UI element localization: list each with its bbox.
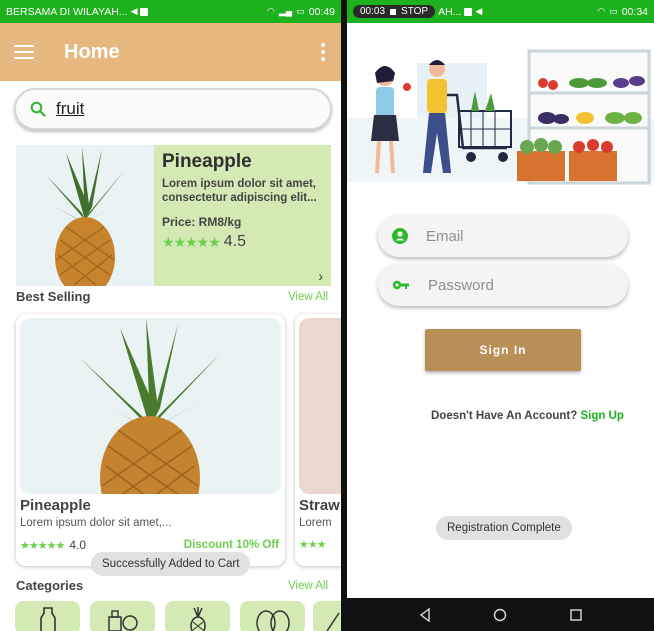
password-field[interactable] <box>378 264 628 306</box>
milk-bottle-icon <box>39 607 56 631</box>
chevron-right-icon[interactable]: › <box>318 268 323 284</box>
home-screen: BERSAMA DI WILAYAH... ◀ ◠ ▂▄ ▭ 00:49 Hom… <box>0 0 341 631</box>
signal-icon: ▂▄ <box>278 6 293 16</box>
star-icon: ★★★★★ <box>162 233 221 250</box>
product-description: Lorem ipsum dolor sit amet,... <box>20 517 172 529</box>
featured-product-card[interactable]: Pineapple Lorem ipsum dolor sit amet, co… <box>16 145 331 286</box>
product-name: Pineapple <box>20 497 91 514</box>
shopping-illustration <box>347 23 654 185</box>
page-title: Home <box>64 40 120 63</box>
section-title: Categories <box>16 578 84 593</box>
email-input[interactable] <box>426 227 606 245</box>
product-name: Straw <box>299 497 340 514</box>
view-all-link[interactable]: View All <box>288 291 328 303</box>
password-input[interactable] <box>428 276 608 294</box>
toast-message: Registration Complete <box>436 516 572 540</box>
back-icon[interactable] <box>418 607 432 622</box>
stop-label: STOP <box>401 6 429 17</box>
battery-icon: ▭ <box>609 6 618 16</box>
product-card[interactable]: Pineapple Lorem ipsum dolor sit amet,...… <box>16 314 285 566</box>
clock: 00:49 <box>308 5 335 18</box>
app-bar: Home <box>0 23 341 81</box>
system-nav-bar <box>347 598 654 631</box>
user-icon <box>392 228 408 244</box>
no-account-text: Doesn't Have An Account? <box>431 410 578 422</box>
notification-icon <box>140 7 149 16</box>
clock: 00:34 <box>621 5 648 18</box>
more-vert-icon[interactable] <box>321 43 325 61</box>
star-icon: ★★★ <box>299 539 327 551</box>
pineapple-icon <box>189 607 206 631</box>
send-icon: ◀ <box>130 6 138 16</box>
send-icon: ◀ <box>475 6 483 16</box>
sign-in-button[interactable]: Sign In <box>425 329 581 371</box>
sign-up-link[interactable]: Sign Up <box>581 410 624 422</box>
product-image <box>20 318 281 494</box>
key-icon <box>392 280 409 290</box>
stop-icon <box>390 8 397 15</box>
product-card[interactable]: Straw Lorem ★★★ <box>295 314 341 566</box>
featured-rating: ★★★★★ 4.5 <box>162 233 323 251</box>
product-rating: ★★★★★ 4.0 <box>20 538 86 552</box>
eggs-icon <box>255 610 290 631</box>
rating-value: 4.5 <box>223 233 247 250</box>
signup-prompt: Doesn't Have An Account? Sign Up <box>431 410 624 422</box>
section-title: Best Selling <box>16 289 91 304</box>
login-screen: 00:03 STOP AH... ◀ ◠ ▭ 00:34 Email Sign … <box>347 0 654 631</box>
screenshot-pair: BERSAMA DI WILAYAH... ◀ ◠ ▂▄ ▭ 00:49 Hom… <box>0 0 654 631</box>
category-dairy[interactable] <box>15 601 80 631</box>
status-bar: 00:03 STOP AH... ◀ ◠ ▭ 00:34 <box>347 0 654 23</box>
battery-icon: ▭ <box>296 6 305 16</box>
carrier-label: AH... <box>438 5 462 18</box>
category-groceries[interactable] <box>90 601 155 631</box>
menu-icon[interactable] <box>14 45 34 59</box>
recents-icon[interactable] <box>569 608 583 622</box>
categories-header: Categories View All <box>16 578 328 593</box>
wifi-icon: ◠ <box>597 6 606 16</box>
view-all-link[interactable]: View All <box>288 580 328 592</box>
email-field[interactable] <box>378 215 628 257</box>
category-fruits[interactable] <box>165 601 230 631</box>
featured-name: Pineapple <box>162 151 252 172</box>
pineapple-image <box>16 145 154 286</box>
discount-label: Discount 10% Off <box>183 539 279 551</box>
best-selling-header: Best Selling View All <box>16 289 328 304</box>
toast-message: Successfully Added to Cart <box>91 552 251 576</box>
notification-icon <box>464 7 473 16</box>
star-icon: ★★★★★ <box>20 539 65 552</box>
search-icon <box>30 101 46 117</box>
product-description: Lorem <box>299 517 332 529</box>
category-icon <box>326 612 340 631</box>
search-input[interactable] <box>56 99 296 119</box>
home-icon[interactable] <box>493 608 507 622</box>
product-image <box>299 318 341 494</box>
status-bar: BERSAMA DI WILAYAH... ◀ ◠ ▂▄ ▭ 00:49 <box>0 0 341 23</box>
featured-description: Lorem ipsum dolor sit amet, consectetur … <box>162 178 317 204</box>
recording-timer: 00:03 <box>360 6 386 17</box>
carrier-label: BERSAMA DI WILAYAH... <box>6 5 128 18</box>
screen-recording-pill[interactable]: 00:03 STOP <box>353 5 436 18</box>
wifi-icon: ◠ <box>267 6 275 16</box>
product-rating: ★★★ <box>299 538 327 551</box>
rating-value: 4.0 <box>69 538 86 552</box>
category-more[interactable] <box>313 601 341 631</box>
search-bar[interactable] <box>14 88 332 130</box>
featured-price: Price: RM8/kg <box>162 215 242 229</box>
category-eggs[interactable] <box>240 601 305 631</box>
groceries-icon <box>107 610 138 631</box>
